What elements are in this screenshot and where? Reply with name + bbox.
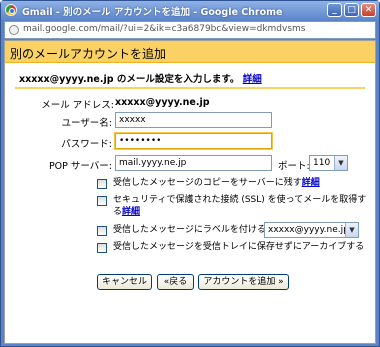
username-input[interactable]: xxxxx [115, 112, 272, 128]
browser-window: Gmail - 別のメール アカウントを追加 - Google Chrome _… [0, 0, 380, 347]
close-button[interactable]: ✕ [361, 3, 376, 17]
port-select[interactable]: 110 ▼ [309, 155, 348, 171]
username-label: ユーザー名: [61, 118, 112, 129]
password-label: パスワード: [61, 139, 112, 150]
archive-text: 受信したメッセージを受信トレイに保存せずにアーカイブする [113, 242, 365, 252]
window-title: Gmail - 別のメール アカウントを追加 - Google Chrome [22, 7, 283, 18]
cancel-button[interactable]: キャンセル [97, 274, 152, 290]
back-button[interactable]: «戻る [157, 274, 194, 290]
port-label: ポート: [278, 161, 310, 172]
label-select-value: xxxxx@yyyy.ne.jp [268, 225, 349, 235]
chrome-logo-icon [5, 4, 17, 16]
email-label: メール アドレス: [41, 100, 114, 111]
ssl-label: セキュリティで保護された接続 (SSL) を使ってメールを取得す る詳細 [113, 194, 375, 218]
ssl-text-cont: る [113, 207, 123, 217]
pop-server-input[interactable]: mail.yyyy.ne.jp [115, 155, 272, 171]
minimize-button[interactable]: _ [327, 3, 342, 17]
add-account-button[interactable]: アカウントを追加 » [198, 274, 289, 290]
chevron-down-icon: ▼ [345, 223, 358, 237]
pop-server-label: POP サーバー: [48, 161, 112, 172]
url-text[interactable]: mail.google.com/mail/?ui=2&ik=c3a6879bc&… [23, 24, 306, 34]
page-icon [9, 25, 19, 35]
maximize-button[interactable]: □ [344, 3, 359, 17]
title-bar: Gmail - 別のメール アカウントを追加 - Google Chrome _… [1, 1, 379, 20]
label-select[interactable]: xxxxx@yyyy.ne.jp ▼ [264, 222, 359, 238]
instruction-detail-link[interactable]: 詳細 [243, 74, 262, 85]
ssl-detail-link[interactable]: 詳細 [122, 207, 140, 217]
divider [15, 87, 365, 89]
instruction-label: xxxxx@yyyy.ne.jp のメール設定を入力します。 [19, 74, 240, 85]
password-input[interactable]: •••••••• [115, 133, 272, 149]
email-value: xxxxx@yyyy.ne.jp [115, 97, 210, 108]
dialog-content: 別のメールアカウントを追加 xxxxx@yyyy.ne.jp のメール設定を入力… [4, 40, 376, 344]
label-incoming-text: 受信したメッセージにラベルを付ける: [113, 225, 269, 235]
leave-copy-label: 受信したメッセージのコピーをサーバーに残す詳細 [113, 177, 368, 189]
ssl-text: セキュリティで保護された接続 (SSL) を使ってメールを取得す [113, 195, 367, 205]
chevron-down-icon: ▼ [334, 156, 347, 170]
leave-copy-text: 受信したメッセージのコピーをサーバーに残す [113, 178, 302, 188]
leave-copy-checkbox[interactable] [97, 179, 107, 189]
archive-checkbox[interactable] [97, 243, 107, 253]
instruction-text: xxxxx@yyyy.ne.jp のメール設定を入力します。 詳細 [19, 71, 262, 85]
label-incoming-checkbox[interactable] [97, 226, 107, 236]
ssl-checkbox[interactable] [97, 196, 107, 206]
leave-copy-detail-link[interactable]: 詳細 [302, 178, 320, 188]
port-value: 110 [313, 158, 331, 168]
dialog-header: 別のメールアカウントを追加 [5, 41, 375, 63]
address-bar[interactable]: mail.google.com/mail/?ui=2&ik=c3a6879bc&… [4, 21, 376, 39]
window-controls: _ □ ✕ [327, 3, 376, 17]
page-title: 別のメールアカウントを追加 [10, 47, 167, 61]
